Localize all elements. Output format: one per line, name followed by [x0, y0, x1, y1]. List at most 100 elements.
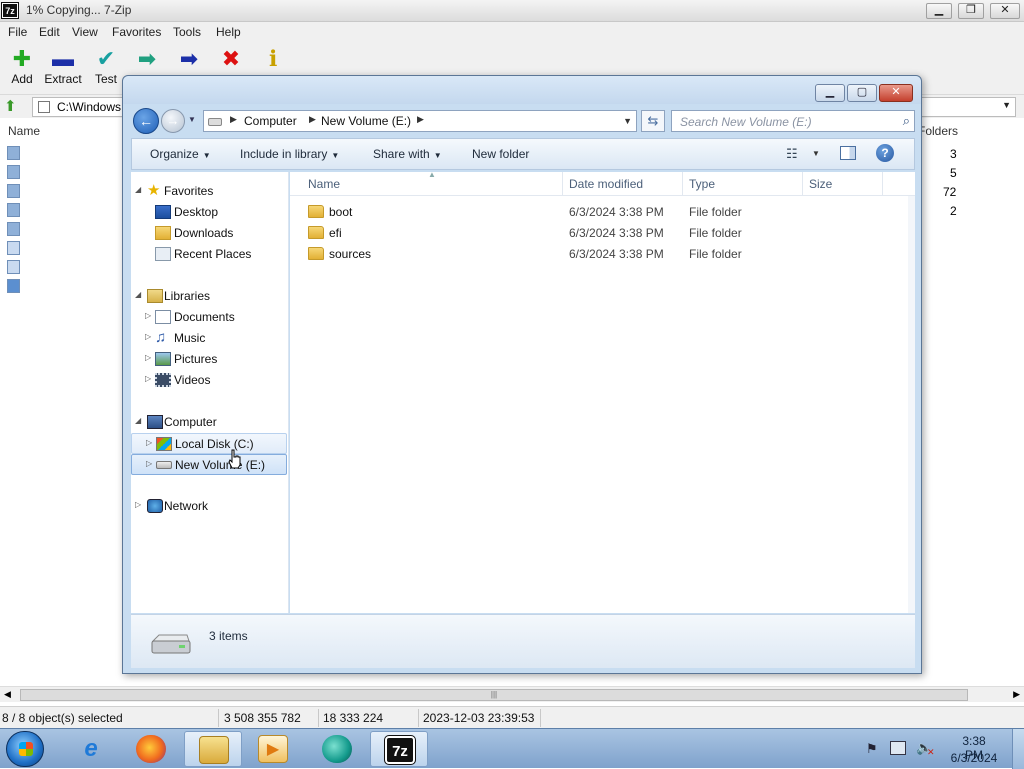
tree-item-new-volume[interactable]: ▷ New Volume (E:)	[131, 454, 287, 475]
collapse-arrow-icon[interactable]: ◢	[135, 416, 141, 425]
breadcrumb-arrow-icon[interactable]: ▶	[417, 114, 424, 125]
taskbar-chat-app[interactable]	[308, 731, 366, 767]
scroll-right-icon[interactable]: ▶	[1013, 689, 1020, 700]
tree-label-music: Music	[174, 331, 206, 345]
share-with-button[interactable]: Share with ▼	[373, 147, 442, 161]
column-separator[interactable]	[882, 172, 883, 196]
menu-help[interactable]: Help	[216, 25, 241, 39]
recent-places-icon	[155, 247, 171, 261]
preview-pane-icon[interactable]	[840, 146, 856, 160]
column-header-name[interactable]: Name	[8, 124, 40, 138]
chevron-down-icon[interactable]: ▼	[623, 116, 632, 126]
view-options-icon[interactable]: ☷	[786, 146, 798, 162]
expand-arrow-icon[interactable]: ▷	[145, 374, 151, 383]
expand-arrow-icon[interactable]: ▷	[135, 500, 141, 509]
tree-item-local-disk[interactable]: ▷ Local Disk (C:)	[131, 433, 287, 454]
vertical-scroll-track[interactable]	[908, 196, 915, 613]
navigation-pane[interactable]: ◢ ★ Favorites Desktop Downloads Recent P…	[131, 172, 289, 613]
explorer-close-button[interactable]: ✕	[879, 84, 913, 102]
tree-item-documents[interactable]: ▷ Documents	[131, 307, 287, 328]
column-header-row: ▲ Name Date modified Type Size	[290, 170, 915, 196]
column-header-type[interactable]: Type	[689, 177, 715, 191]
column-separator[interactable]	[562, 172, 563, 196]
internet-explorer-icon: e	[84, 735, 98, 762]
tree-label-libraries: Libraries	[164, 289, 211, 303]
expand-arrow-icon[interactable]: ▷	[145, 353, 151, 362]
column-header-date[interactable]: Date modified	[569, 177, 643, 191]
menu-edit[interactable]: Edit	[39, 25, 60, 39]
explorer-titlebar[interactable]: ▁ ▢ ✕	[123, 76, 921, 104]
show-desktop-button[interactable]	[1012, 729, 1024, 769]
history-dropdown-icon[interactable]: ▼	[188, 115, 196, 124]
table-row[interactable]: efi 6/3/2024 3:38 PM File folder	[290, 223, 894, 244]
scroll-left-icon[interactable]: ◀	[4, 689, 11, 700]
search-icon[interactable]: ⌕	[903, 113, 910, 129]
collapse-arrow-icon[interactable]: ◢	[135, 290, 141, 299]
horizontal-scrollbar[interactable]: ◀ ||| ▶	[0, 686, 1024, 702]
extract-button[interactable]: ▬ Extract	[41, 46, 85, 90]
include-label: Include in library	[240, 147, 328, 161]
breadcrumb-computer[interactable]: Computer	[244, 114, 297, 128]
breadcrumb-arrow-icon[interactable]: ▶	[309, 114, 316, 125]
file-list-pane[interactable]: ▲ Name Date modified Type Size boot 6/3/…	[290, 170, 915, 613]
menu-file[interactable]: File	[8, 25, 27, 39]
menu-view[interactable]: View	[72, 25, 98, 39]
explorer-maximize-button[interactable]: ▢	[847, 84, 877, 102]
column-header-size[interactable]: Size	[809, 177, 832, 191]
table-row[interactable]: sources 6/3/2024 3:38 PM File folder	[290, 244, 894, 265]
taskbar-internet-explorer[interactable]: e	[62, 731, 120, 767]
tree-item-downloads[interactable]: Downloads	[131, 223, 287, 244]
column-header-name[interactable]: Name	[308, 177, 340, 191]
tree-item-music[interactable]: ▷ ♫ Music	[131, 328, 287, 349]
expand-arrow-icon[interactable]: ▷	[145, 332, 151, 341]
expand-arrow-icon[interactable]: ▷	[146, 459, 152, 468]
collapse-arrow-icon[interactable]: ◢	[135, 185, 141, 194]
expand-arrow-icon[interactable]: ▷	[146, 438, 152, 447]
7zip-titlebar[interactable]: 7z 1% Copying... 7-Zip ▁ ❐ ✕	[0, 0, 1024, 22]
back-arrow-icon[interactable]: ←	[133, 108, 159, 134]
tree-item-network[interactable]: ▷ Network	[131, 496, 287, 517]
tree-item-recent-places[interactable]: Recent Places	[131, 244, 287, 265]
maximize-button[interactable]: ❐	[958, 3, 984, 19]
new-folder-button[interactable]: New folder	[472, 147, 529, 161]
close-button[interactable]: ✕	[990, 3, 1020, 19]
explorer-minimize-button[interactable]: ▁	[815, 84, 845, 102]
scrollbar-thumb[interactable]: |||	[20, 689, 968, 701]
tree-item-videos[interactable]: ▷ Videos	[131, 370, 287, 391]
menu-tools[interactable]: Tools	[173, 25, 201, 39]
tree-item-computer[interactable]: ◢ Computer	[131, 412, 287, 433]
refresh-icon[interactable]: ⇆	[641, 110, 665, 132]
taskbar-media-player[interactable]: ▶	[244, 731, 302, 767]
breadcrumb-new-volume[interactable]: New Volume (E:)	[321, 114, 411, 128]
help-icon[interactable]: ?	[876, 144, 894, 162]
organize-button[interactable]: Organize ▼	[150, 147, 211, 161]
explorer-address-bar[interactable]: ▶ Computer ▶ New Volume (E:) ▶ ▼	[203, 110, 637, 132]
chevron-down-icon[interactable]: ▼	[812, 149, 820, 158]
tree-item-favorites[interactable]: ◢ ★ Favorites	[131, 181, 287, 202]
folder-up-icon[interactable]: ⬆	[4, 98, 22, 116]
include-in-library-button[interactable]: Include in library ▼	[240, 147, 339, 161]
action-center-flag-icon[interactable]: ⚑	[866, 741, 878, 757]
network-tray-icon[interactable]	[890, 741, 906, 755]
column-separator[interactable]	[682, 172, 683, 196]
minimize-button[interactable]: ▁	[926, 3, 952, 19]
forward-arrow-icon[interactable]: →	[161, 109, 185, 133]
taskbar-file-explorer[interactable]	[184, 731, 242, 767]
tree-item-desktop[interactable]: Desktop	[131, 202, 287, 223]
taskbar-7zip[interactable]: 7z	[370, 731, 428, 767]
tree-item-pictures[interactable]: ▷ Pictures	[131, 349, 287, 370]
breadcrumb-arrow-icon[interactable]: ▶	[230, 114, 237, 125]
clock-date[interactable]: 6/3/2024	[946, 751, 1002, 765]
column-separator[interactable]	[802, 172, 803, 196]
add-button[interactable]: ✚ Add	[0, 46, 44, 90]
start-button[interactable]	[6, 731, 44, 767]
search-input[interactable]: Search New Volume (E:) ⌕	[671, 110, 915, 132]
table-row[interactable]: boot 6/3/2024 3:38 PM File folder	[290, 202, 894, 223]
expand-arrow-icon[interactable]: ▷	[145, 311, 151, 320]
taskbar-firefox[interactable]	[122, 731, 180, 767]
column-header-folders[interactable]: Folders	[918, 124, 958, 138]
tree-item-libraries[interactable]: ◢ Libraries	[131, 286, 287, 307]
folder-count: 5	[950, 166, 957, 180]
menu-favorites[interactable]: Favorites	[112, 25, 161, 39]
chevron-down-icon[interactable]: ▼	[1002, 100, 1011, 110]
